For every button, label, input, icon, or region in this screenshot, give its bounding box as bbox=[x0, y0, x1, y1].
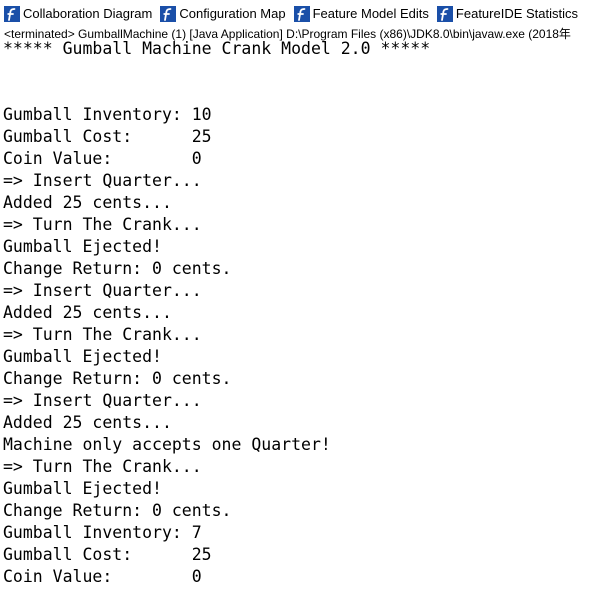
console-line: Gumball Inventory: 10 bbox=[3, 105, 212, 124]
tab-collaboration-diagram[interactable]: Collaboration Diagram bbox=[4, 3, 154, 25]
console-line: Gumball Ejected! bbox=[3, 237, 162, 256]
tab-label: FeatureIDE Statistics bbox=[455, 6, 579, 21]
console-line: Coin Value: 0 bbox=[3, 149, 202, 168]
console-line: => Insert Quarter... bbox=[3, 391, 202, 410]
featureide-f-icon bbox=[436, 6, 453, 22]
console-line: => Turn The Crank... bbox=[3, 215, 202, 234]
console-line: Added 25 cents... bbox=[3, 193, 172, 212]
console-line: => Turn The Crank... bbox=[3, 457, 202, 476]
console-line: Machine only accepts one Quarter! bbox=[3, 435, 331, 454]
console-output[interactable]: ***** Gumball Machine Crank Model 2.0 **… bbox=[3, 38, 612, 598]
console-line: Change Return: 0 cents. bbox=[3, 259, 232, 278]
console-line: Gumball Inventory: 7 bbox=[3, 523, 202, 542]
view-tab-bar: Collaboration Diagram Configuration Map Fe… bbox=[0, 0, 612, 26]
console-line: Gumball Ejected! bbox=[3, 479, 162, 498]
featureide-f-icon bbox=[293, 6, 310, 22]
tab-featureide-statistics[interactable]: FeatureIDE Statistics bbox=[436, 3, 580, 25]
console-line: Added 25 cents... bbox=[3, 413, 172, 432]
console-line: => Insert Quarter... bbox=[3, 281, 202, 300]
console-line: Coin Value: 0 bbox=[3, 567, 202, 586]
console-line: => Insert Quarter... bbox=[3, 171, 202, 190]
console-line: Gumball Ejected! bbox=[3, 347, 162, 366]
tab-label: Feature Model Edits bbox=[312, 6, 429, 21]
featureide-f-icon bbox=[4, 6, 20, 22]
console-line: Change Return: 0 cents. bbox=[3, 501, 232, 520]
tab-configuration-map[interactable]: Configuration Map bbox=[160, 3, 287, 25]
console-line: Added 25 cents... bbox=[3, 303, 172, 322]
console-line: => Turn The Crank... bbox=[3, 325, 202, 344]
console-line: ***** Gumball Machine Crank Model 2.0 **… bbox=[3, 39, 431, 58]
console-line: Gumball Cost: 25 bbox=[3, 127, 212, 146]
tab-label: Collaboration Diagram bbox=[23, 6, 153, 21]
console-line: Change Return: 0 cents. bbox=[3, 369, 232, 388]
console-line: Gumball Cost: 25 bbox=[3, 545, 212, 564]
tab-label: Configuration Map bbox=[179, 6, 286, 21]
tab-feature-model-edits[interactable]: Feature Model Edits bbox=[293, 3, 431, 25]
featureide-f-icon bbox=[160, 6, 177, 22]
